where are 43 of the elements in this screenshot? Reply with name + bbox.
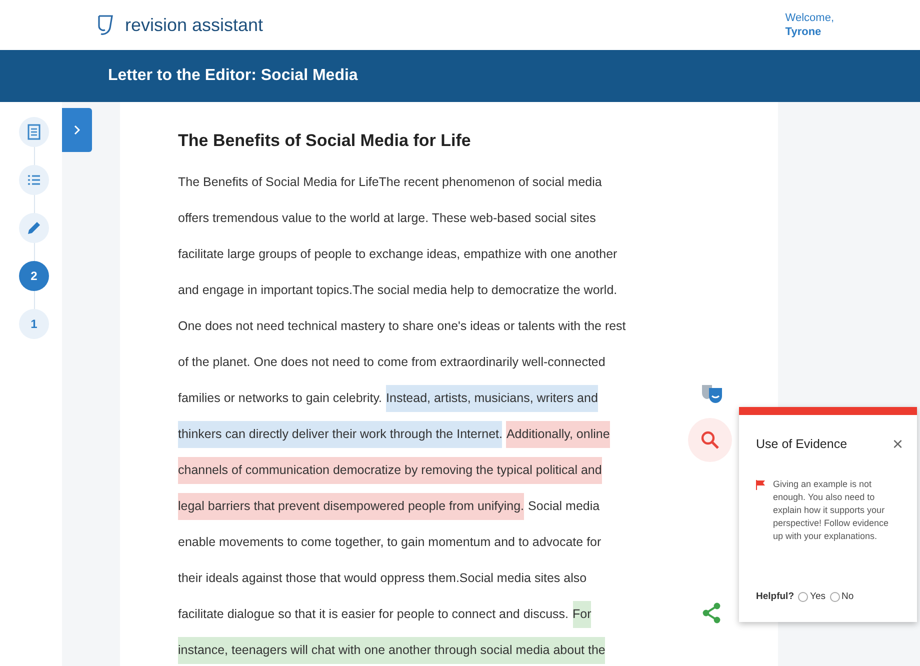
share-icon[interactable]	[702, 602, 722, 624]
radio-option[interactable]: No	[830, 590, 854, 604]
search-icon	[700, 430, 720, 450]
step-button[interactable]	[19, 165, 49, 195]
step-number[interactable]: 1	[19, 309, 49, 339]
essay-text: families or networks to gain celebrity.	[178, 390, 382, 408]
chevron-right-icon	[74, 125, 80, 135]
essay-text: facilitate large groups of people to exchange ideas, empathize with one another	[178, 246, 618, 264]
essay-text: offers tremendous value to the world at large. These web-based social sites	[178, 210, 596, 228]
highlighted-text[interactable]: Instead, artists, musicians, writers and	[386, 385, 598, 412]
essay-text: of the planet. One does not need to come from extraordinarily well-connected	[178, 354, 606, 372]
essay-text: enable movements to come together, to gain momentum and to advocate for	[178, 534, 602, 552]
welcome-text: Welcome,	[785, 11, 834, 25]
essay-text: and engage in important topics.The social media help to democratize the world.	[178, 282, 618, 300]
list-icon	[27, 174, 41, 186]
user-name[interactable]: Tyrone	[785, 25, 834, 39]
highlighted-text[interactable]: instance, teenagers will chat with one another through social media about the	[178, 637, 606, 664]
essay-text: their ideals against those that would oppress them.Social media sites also	[178, 570, 587, 588]
radio-option[interactable]: Yes	[798, 590, 826, 604]
essay-title: The Benefits of Social Media for Life	[178, 130, 472, 152]
essay-text: One does not need technical mastery to share one's ideas or talents with the rest	[178, 318, 626, 336]
essay-text: Social media	[528, 498, 600, 516]
flag-icon	[756, 480, 765, 490]
step-button[interactable]	[19, 213, 49, 243]
feedback-title: Use of Evidence	[756, 436, 848, 453]
feedback-message: Giving an example is not enough. You also need to explain how it supports your perspective! Follow evidence up with your explanations.	[773, 478, 890, 543]
highlighted-text[interactable]: Additionally, online	[506, 421, 610, 448]
highlighted-text[interactable]: legal barriers that prevent disempowered people from unifying.	[178, 493, 524, 520]
highlighted-text[interactable]: channels of communication democratize by removing the typical political and	[178, 457, 602, 484]
pencil-icon	[26, 220, 42, 236]
essay-text: facilitate dialogue so that it is easier for people to connect and discuss.	[178, 606, 569, 624]
essay-text: The Benefits of Social Media for LifeThe recent phenomenon of social media	[178, 174, 602, 192]
highlighted-text[interactable]: thinkers can directly deliver their work through the Internet.	[178, 421, 502, 448]
document-icon	[27, 124, 41, 140]
brand-name: revision assistant	[125, 14, 264, 36]
helpful-label: Helpful?	[756, 590, 794, 604]
close-button[interactable]: ×	[892, 435, 903, 454]
step-button[interactable]	[19, 117, 49, 147]
step-number[interactable]: 2	[19, 261, 49, 291]
search-bubble[interactable]	[688, 418, 732, 462]
theater-masks-icon[interactable]	[700, 382, 724, 404]
assignment-title: Letter to the Editor: Social Media	[108, 66, 358, 86]
highlighted-text[interactable]: For	[572, 601, 592, 628]
